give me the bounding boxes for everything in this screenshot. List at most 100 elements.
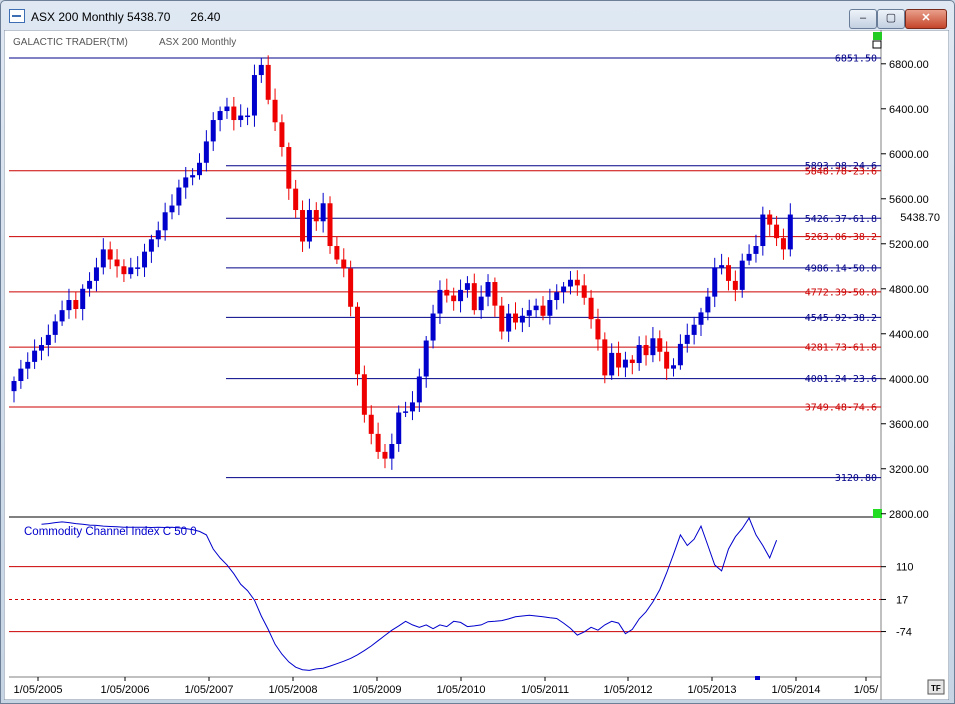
- candle-body: [533, 305, 539, 311]
- candle-body: [636, 345, 642, 364]
- candle-body: [142, 251, 148, 268]
- candle-body: [45, 334, 51, 346]
- candle-body: [183, 177, 189, 188]
- level-label: 6851.50: [835, 54, 877, 65]
- candle-body: [382, 451, 388, 459]
- level-label: 4281.73-61.8: [805, 343, 877, 354]
- candle-body: [327, 203, 333, 247]
- candle-body: [561, 286, 567, 293]
- price-tick-label: 4000.00: [889, 374, 929, 386]
- date-label: 1/05/2009: [353, 684, 402, 696]
- candle-body: [279, 122, 285, 148]
- candle-body: [334, 246, 340, 260]
- title-bar[interactable]: ASX 200 Monthly 5438.70 26.40 – ▢ ✕: [1, 1, 954, 31]
- level-label: 5426.37-61.8: [805, 214, 877, 225]
- candle-body: [616, 352, 622, 368]
- candle-body: [423, 340, 429, 377]
- chart-area[interactable]: GALACTIC TRADER(TM) ASX 200 Monthly 6851…: [4, 30, 949, 700]
- candle-body: [581, 285, 587, 298]
- candle-body: [300, 210, 306, 242]
- candle-body: [396, 412, 402, 445]
- scale-toggle-button[interactable]: [873, 32, 882, 40]
- maximize-button[interactable]: ▢: [877, 9, 905, 29]
- price-tick-label: 6400.00: [889, 104, 929, 116]
- candle-body: [540, 305, 546, 316]
- chart-app-icon: [9, 9, 25, 23]
- candle-body: [355, 306, 360, 375]
- candle-body: [135, 267, 141, 269]
- candle-body: [190, 175, 196, 178]
- candle-body: [361, 374, 367, 415]
- candle-body: [547, 300, 553, 316]
- candle-body: [657, 338, 663, 352]
- candle-body: [787, 214, 793, 250]
- candle-body: [513, 313, 519, 323]
- candle-body: [258, 64, 264, 76]
- candle-body: [52, 321, 58, 335]
- candle-body: [348, 268, 354, 307]
- candle-body: [650, 338, 656, 356]
- candle-body: [93, 267, 99, 281]
- panel-resize-handle[interactable]: [873, 509, 882, 518]
- date-label: 1/05/2014: [772, 684, 821, 696]
- candle-body: [416, 376, 422, 403]
- candle-body: [588, 297, 594, 320]
- candle-body: [643, 345, 649, 356]
- candle-body: [506, 313, 512, 332]
- candle-body: [719, 265, 725, 268]
- candle-body: [196, 162, 202, 176]
- chart-header-left: GALACTIC TRADER(TM): [13, 37, 128, 48]
- candle-body: [602, 339, 608, 376]
- candle-body: [203, 141, 209, 163]
- candle-body: [526, 310, 532, 316]
- price-tick-label: 6000.00: [889, 149, 929, 161]
- candle-body: [437, 289, 443, 314]
- candle-body: [780, 238, 786, 250]
- candle-body: [458, 289, 464, 302]
- candle-body: [760, 214, 766, 247]
- price-tick-label: 3600.00: [889, 419, 929, 431]
- level-label: 5263.06-38.2: [805, 232, 877, 243]
- cci-tick-label: 110: [896, 562, 914, 574]
- level-label: 4986.14-50.0: [805, 263, 877, 274]
- price-tick-label: 6800.00: [889, 59, 929, 71]
- date-label: 1/05/2005: [14, 684, 63, 696]
- candle-body: [499, 305, 505, 332]
- candle-body: [162, 212, 168, 231]
- candle-body: [73, 300, 79, 310]
- candle-body: [753, 246, 759, 254]
- candle-body: [554, 292, 560, 301]
- candle-body: [471, 283, 477, 311]
- candle-body: [595, 319, 601, 340]
- candle-body: [677, 343, 683, 366]
- candle-body: [774, 224, 780, 239]
- scale-lock-icon[interactable]: [872, 40, 882, 49]
- candle-body: [251, 75, 257, 116]
- candle-body: [684, 334, 690, 344]
- candle-body: [320, 203, 326, 222]
- price-tick-label: 5200.00: [889, 239, 929, 251]
- candle-body: [705, 296, 711, 313]
- price-tick-label: 2800.00: [889, 509, 929, 521]
- cci-tick-label: 17: [896, 594, 908, 606]
- candle-body: [767, 214, 773, 225]
- minimize-button[interactable]: –: [849, 9, 877, 29]
- level-label: 4001.24-23.6: [805, 374, 877, 385]
- candle-body: [80, 288, 86, 310]
- candle-body: [265, 64, 271, 100]
- candle-body: [87, 280, 93, 289]
- candle-body: [671, 365, 677, 369]
- candle-body: [313, 210, 319, 222]
- candle-body: [746, 253, 752, 261]
- candle-body: [341, 259, 347, 269]
- candle-body: [11, 381, 17, 392]
- window-title: ASX 200 Monthly 5438.70 26.40: [31, 10, 221, 24]
- candle-body: [66, 300, 72, 311]
- date-label: 1/05/2013: [688, 684, 737, 696]
- candle-body: [231, 106, 237, 121]
- candle-body: [430, 313, 436, 341]
- close-button[interactable]: ✕: [905, 9, 947, 29]
- candle-body: [272, 99, 278, 123]
- candle-body: [622, 359, 628, 368]
- candle-body: [176, 187, 182, 206]
